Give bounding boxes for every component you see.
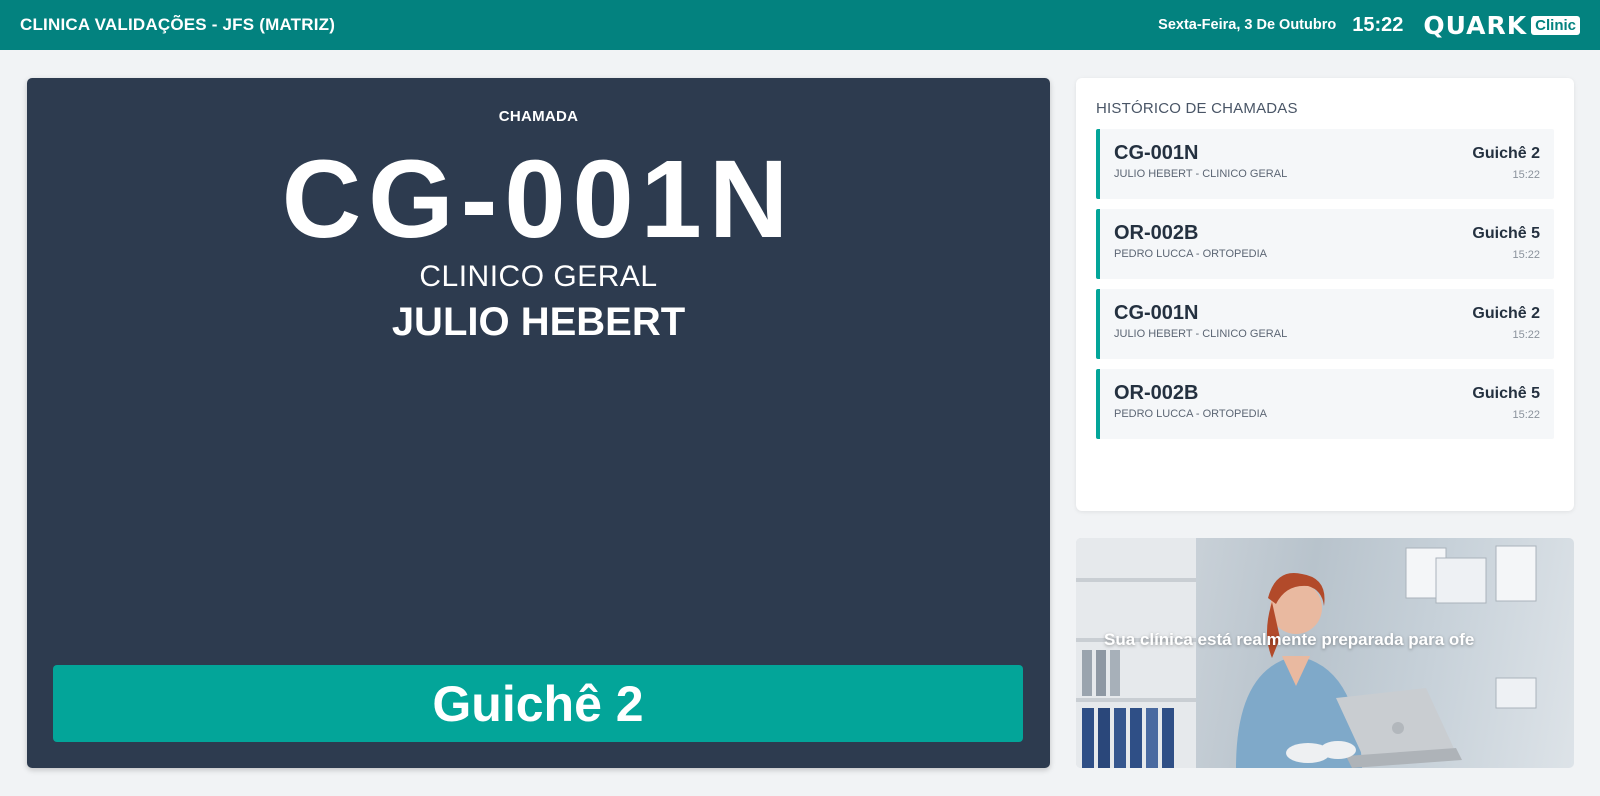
history-item: CG-001N JULIO HEBERT - CLINICO GERAL Gui… <box>1096 129 1554 199</box>
history-subtitle: JULIO HEBERT - CLINICO GERAL <box>1114 328 1288 340</box>
call-history-panel: HISTÓRICO DE CHAMADAS CG-001N JULIO HEBE… <box>1076 78 1574 511</box>
logo-clinic-badge: Clinic <box>1531 15 1580 35</box>
history-subtitle: PEDRO LUCCA - ORTOPEDIA <box>1114 408 1268 420</box>
call-counter-label: Guichê 2 <box>432 675 644 732</box>
promo-illustration <box>1076 538 1537 768</box>
current-time: 15:22 <box>1352 13 1404 36</box>
history-time: 15:22 <box>1512 409 1540 421</box>
call-specialty: CLINICO GERAL <box>419 260 658 293</box>
call-counter-bar: Guichê 2 <box>53 665 1023 742</box>
logo-quark-text: QUARK <box>1423 10 1528 40</box>
header-right: Sexta-Feira, 3 De Outubro 15:22 QUARK Cl… <box>1158 11 1580 40</box>
clinic-title: CLINICA VALIDAÇÕES - JFS (MATRIZ) <box>20 15 336 34</box>
history-time: 15:22 <box>1512 169 1540 181</box>
top-header: CLINICA VALIDAÇÕES - JFS (MATRIZ) Sexta-… <box>0 0 1600 50</box>
history-counter: Guichê 5 <box>1472 225 1540 242</box>
current-date: Sexta-Feira, 3 De Outubro <box>1158 17 1337 33</box>
history-counter: Guichê 2 <box>1472 305 1540 322</box>
history-item: CG-001N JULIO HEBERT - CLINICO GERAL Gui… <box>1096 289 1554 359</box>
history-time: 15:22 <box>1512 249 1540 261</box>
promo-banner: Sua clínica está realmente preparada par… <box>1076 538 1574 768</box>
history-title: HISTÓRICO DE CHAMADAS <box>1096 100 1298 117</box>
history-item: OR-002B PEDRO LUCCA - ORTOPEDIA Guichê 5… <box>1096 209 1554 279</box>
history-counter: Guichê 5 <box>1472 385 1540 402</box>
history-subtitle: JULIO HEBERT - CLINICO GERAL <box>1114 168 1288 180</box>
quark-clinic-logo: QUARK Clinic <box>1423 11 1580 40</box>
call-label: CHAMADA <box>498 108 579 125</box>
call-patient-name: JULIO HEBERT <box>391 300 686 344</box>
history-counter: Guichê 2 <box>1472 145 1540 162</box>
call-ticket-number: CG-001N <box>281 138 796 261</box>
history-item: OR-002B PEDRO LUCCA - ORTOPEDIA Guichê 5… <box>1096 369 1554 439</box>
current-call-panel: CHAMADA CG-001N CLINICO GERAL JULIO HEBE… <box>27 78 1050 768</box>
history-subtitle: PEDRO LUCCA - ORTOPEDIA <box>1114 248 1268 260</box>
history-time: 15:22 <box>1512 329 1540 341</box>
promo-text: Sua clínica está realmente preparada par… <box>1104 630 1475 649</box>
